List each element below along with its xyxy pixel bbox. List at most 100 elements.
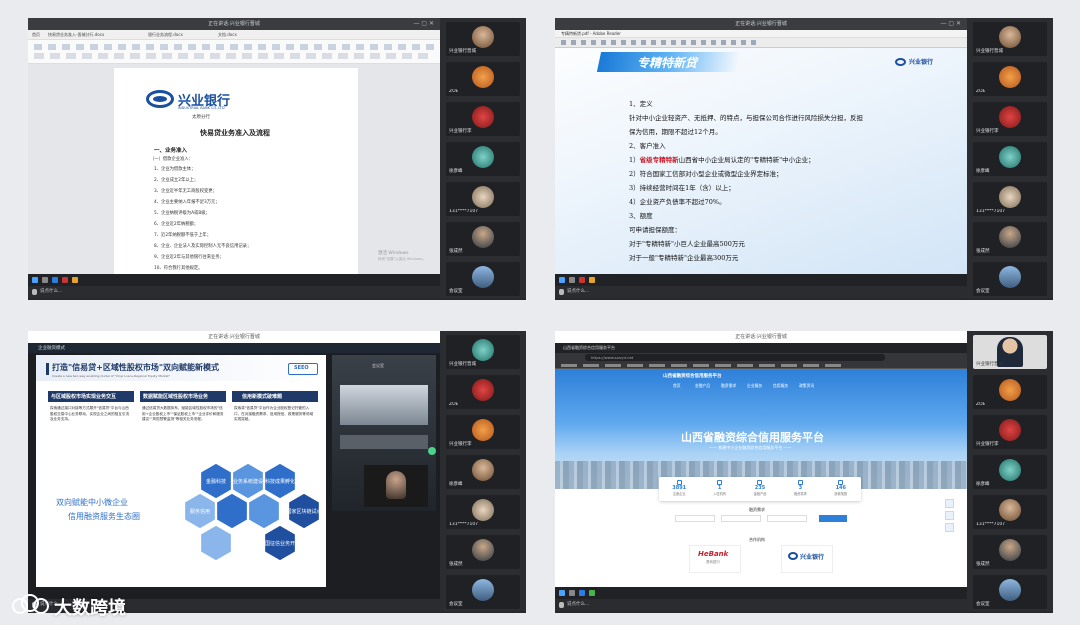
app-icon[interactable] (42, 277, 48, 283)
pdf-toolbar[interactable] (555, 38, 967, 48)
chat-input[interactable]: 说点什么... (40, 286, 62, 298)
participant-tile[interactable]: 兴业银行李 (446, 415, 520, 449)
doc-tab[interactable]: 快易贷业务准入-晋城分行.docx (48, 32, 104, 38)
avatar (472, 459, 494, 481)
chat-input[interactable]: 说点什么... (567, 286, 589, 298)
doc-tab[interactable]: 首页 (32, 32, 40, 38)
participant-tile[interactable]: 徐彦峰 (446, 455, 520, 489)
bank-logo-icon (146, 90, 174, 108)
participant-tile[interactable]: 131****7107 (446, 182, 520, 216)
participant-tile[interactable]: ZOE (973, 375, 1047, 409)
microphone-icon[interactable] (559, 289, 564, 295)
participant-tile[interactable]: 张成然 (446, 222, 520, 256)
partner-card[interactable]: 兴业银行 (781, 545, 833, 573)
meeting-control-bar: 说点什么... (555, 286, 967, 298)
address-bar[interactable]: https://www.sxxyd.net (555, 353, 967, 362)
avatar (386, 471, 406, 499)
avatar (472, 266, 494, 288)
logo-english: INDUSTRIAL BANK CO.,LTD (178, 106, 225, 110)
windows-start-icon[interactable] (559, 277, 565, 283)
participant-tile[interactable]: 131****7107 (446, 495, 520, 529)
site-name: 山西省融资综合信用服务平台 (663, 374, 722, 379)
participant-tile[interactable]: 张成然 (446, 535, 520, 569)
participant-tile[interactable]: 会议室 (973, 262, 1047, 296)
windows-start-icon[interactable] (32, 277, 38, 283)
share-indicator-icon[interactable] (428, 447, 436, 455)
participant-sidebar: 兴业银行晋城 ZOE 兴业银行李 徐彦峰 131****7107 张成然 会议室 (440, 18, 526, 298)
meeting-control-bar: 说点什么... (555, 599, 967, 611)
participant-tile[interactable]: ZOE (446, 62, 520, 96)
stat-label: 金融产品 (753, 492, 767, 496)
participant-tile[interactable]: 131****7107 (973, 495, 1047, 529)
hexagon (199, 524, 233, 562)
hexagon-label: 科技成果孵化 (265, 478, 295, 485)
browser-tab[interactable]: 山西省融资综合信用服务平台 (563, 345, 615, 351)
participant-tile[interactable]: 张成然 (973, 535, 1047, 569)
app-icon[interactable] (589, 277, 595, 283)
nav-item[interactable]: 企业服务 (747, 383, 762, 389)
participant-tile[interactable]: 徐彦峰 (973, 142, 1047, 176)
avatar (472, 419, 494, 441)
participant-tile[interactable]: 131****7107 (973, 182, 1047, 216)
windows-start-icon[interactable] (559, 590, 565, 596)
microphone-icon[interactable] (32, 289, 37, 295)
doc-tab[interactable]: 银行业务流程.docx (148, 32, 183, 38)
activate-windows-sub: 转到"设置"以激活 Windows。 (378, 257, 426, 261)
url-text[interactable]: https://www.sxxyd.net (591, 355, 633, 360)
app-icon[interactable] (579, 590, 585, 596)
app-icon[interactable] (579, 277, 585, 283)
app-icon[interactable] (589, 590, 595, 596)
avatar (472, 579, 494, 601)
app-icon[interactable] (62, 277, 68, 283)
video-panel-3: 正在讲话:兴业银行晋城 企业融资模式 打造"信易贷+区域性股权市场"双向赋能新模… (28, 331, 526, 613)
ribbon-toolbar[interactable] (28, 40, 440, 64)
partner-card[interactable]: HeBank 晋商银行 (689, 545, 741, 573)
participant-tile[interactable]: 会议室 (446, 575, 520, 609)
doc-tab[interactable]: 文档.docx (218, 32, 237, 38)
participant-tile[interactable]: 兴业银行李 (973, 415, 1047, 449)
participant-tile[interactable]: 会议室 (973, 575, 1047, 609)
avatar (472, 379, 494, 401)
window-controls-icon[interactable]: — ▢ ✕ (940, 21, 961, 27)
ecosystem-line-1: 双向赋能中小微企业 (56, 498, 128, 507)
participant-tile[interactable]: ZOE (973, 62, 1047, 96)
seeo-logo-text: SEEO (294, 365, 309, 371)
avatar (472, 539, 494, 561)
participant-tile[interactable]: 兴业银行晋城 (446, 335, 520, 369)
stat-value: 3 (798, 485, 803, 491)
slide-title: 专精特新贷 (637, 56, 698, 70)
windows-taskbar (555, 587, 967, 599)
participant-tile[interactable]: 徐彦峰 (973, 455, 1047, 489)
nav-item[interactable]: 政策资讯 (799, 383, 814, 389)
participant-tile[interactable]: 兴业银行李 (973, 102, 1047, 136)
room-label: 会议室 (372, 363, 384, 368)
nav-item[interactable]: 金融产品 (695, 383, 710, 389)
app-icon[interactable] (569, 277, 575, 283)
avatar (999, 419, 1021, 441)
microphone-icon[interactable] (559, 602, 564, 608)
participant-tile[interactable]: 张成然 (973, 222, 1047, 256)
avatar (472, 26, 494, 48)
floating-toolbar[interactable] (945, 499, 955, 539)
app-icon[interactable] (52, 277, 58, 283)
window-controls-icon[interactable]: — ▢ ✕ (413, 21, 434, 27)
app-icon[interactable] (569, 590, 575, 596)
search-form[interactable] (675, 515, 855, 523)
participant-tile[interactable]: ZOE (446, 375, 520, 409)
avatar (472, 339, 494, 361)
participant-tile[interactable]: 兴业银行晋城 (446, 22, 520, 56)
participant-tile[interactable]: 会议室 (446, 262, 520, 296)
participant-video-live[interactable]: 兴业银行晋城 (973, 335, 1047, 369)
chat-input[interactable]: 说点什么... (567, 599, 589, 611)
participant-tile[interactable]: 兴业银行晋城 (973, 22, 1047, 56)
app-icon[interactable] (72, 277, 78, 283)
nav-item[interactable]: 融资需求 (721, 383, 736, 389)
participant-tile[interactable]: 徐彦峰 (446, 142, 520, 176)
bank-logo-text: 兴业银行 (909, 59, 934, 66)
bookmarks-bar[interactable] (555, 362, 967, 369)
avatar (999, 579, 1021, 601)
participant-tile[interactable]: 兴业银行李 (446, 102, 520, 136)
nav-item[interactable]: 首页 (673, 383, 681, 389)
nav-item[interactable]: 信用服务 (773, 383, 788, 389)
avatar (999, 379, 1021, 401)
